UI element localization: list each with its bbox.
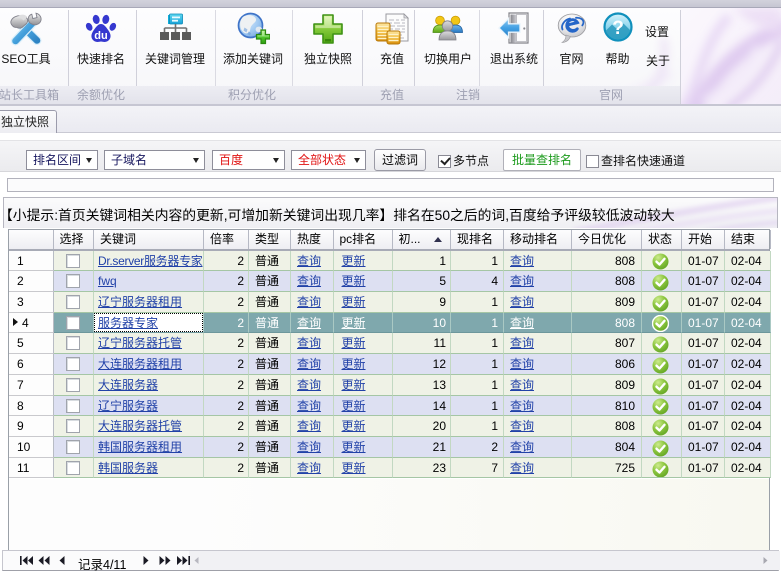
svg-text:du: du [94, 30, 107, 42]
svg-text:?: ? [612, 18, 624, 39]
